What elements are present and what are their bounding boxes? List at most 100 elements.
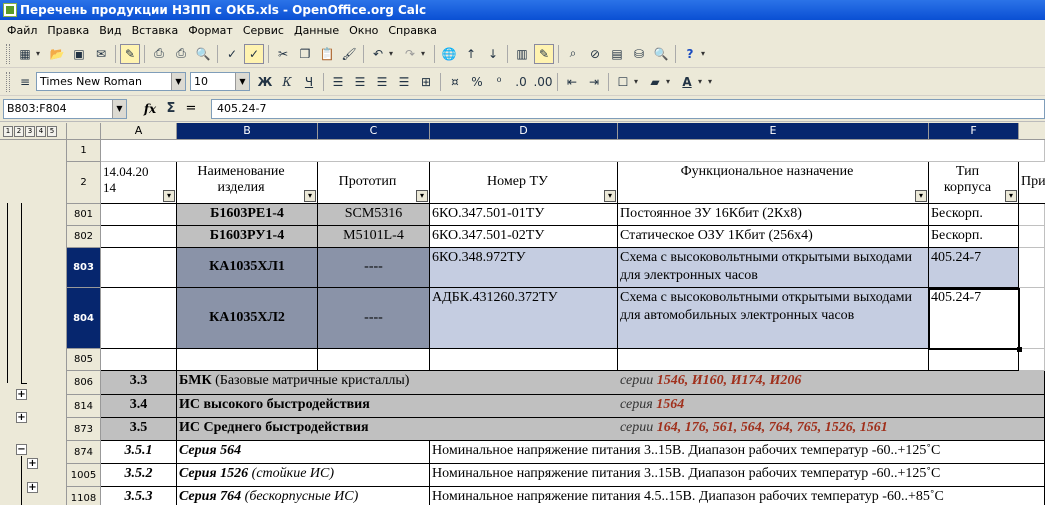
menu-help[interactable]: Справка [383,24,441,37]
cell[interactable] [1019,349,1045,371]
select-all-corner[interactable] [67,123,101,140]
background-color-icon[interactable]: ▰ [645,72,665,92]
column-header-f[interactable]: F [929,123,1019,140]
italic-button[interactable]: К [277,72,297,92]
font-name-box[interactable]: Times New Roman ▼ [36,72,186,91]
expand-group-icon[interactable]: + [27,482,38,493]
toolbar-options-icon[interactable]: ▾ [708,77,716,86]
undo-dropdown-icon[interactable]: ▾ [389,49,397,58]
expand-group-icon[interactable]: + [27,458,38,469]
menu-insert[interactable]: Вставка [127,24,184,37]
cell[interactable] [101,226,177,248]
header-date[interactable]: 14.04.20 14 ▾ [101,162,177,204]
function-icon[interactable]: = [181,101,201,116]
percent-format-icon[interactable]: % [467,72,487,92]
print-icon[interactable]: ⎙ [171,44,191,64]
column-header-d[interactable]: D [430,123,618,140]
outline-level-2[interactable]: 2 [14,125,24,137]
bold-button[interactable]: Ж [255,72,275,92]
save-icon[interactable]: ▣ [69,44,89,64]
print-preview-icon[interactable]: 🔍 [193,44,213,64]
row-header[interactable]: 804 [67,288,101,349]
find-icon[interactable]: ⌕ [563,44,583,64]
row-header[interactable]: 1108 [67,487,101,505]
column-header-a[interactable]: A [101,123,177,140]
new-document-icon[interactable]: ▦ [15,44,35,64]
borders-dropdown-icon[interactable]: ▾ [634,77,642,86]
cell[interactable] [430,349,618,371]
row-header[interactable]: 805 [67,349,101,371]
cell[interactable]: Номинальное напряжение питания 3..15В. Д… [430,464,1045,487]
increase-indent-icon[interactable]: ⇥ [584,72,604,92]
row-header[interactable]: 802 [67,226,101,248]
header-tu-number[interactable]: Номер ТУ ▾ [430,162,618,204]
hyperlink-icon[interactable]: 🌐 [439,44,459,64]
cell[interactable]: Б1603РЕ1-4 [177,204,318,226]
cell[interactable] [1019,248,1045,288]
decrease-indent-icon[interactable]: ⇤ [562,72,582,92]
cell[interactable] [177,349,318,371]
cell[interactable]: Статическое ОЗУ 1Кбит (256х4) [618,226,929,248]
header-name[interactable]: Наименование изделия ▾ [177,162,318,204]
font-color-icon[interactable]: A [677,72,697,92]
row-header[interactable]: 814 [67,395,101,418]
font-color-dropdown-icon[interactable]: ▾ [698,77,706,86]
cell-row1[interactable] [101,140,1045,162]
autofilter-icon[interactable]: ▾ [915,190,927,202]
autofilter-icon[interactable]: ▾ [416,190,428,202]
outline-level-4[interactable]: 4 [36,125,46,137]
cell[interactable]: Номинальное напряжение питания 4.5..15В.… [430,487,1045,505]
row-header[interactable]: 873 [67,418,101,441]
menu-tools[interactable]: Сервис [238,24,289,37]
header-note[interactable]: При [1019,162,1045,204]
cell[interactable] [1019,226,1045,248]
column-header-b[interactable]: B [177,123,318,140]
redo-icon[interactable]: ↷ [400,44,420,64]
outline-level-1[interactable]: 1 [3,125,13,137]
cell[interactable]: Номинальное напряжение питания 3..15В. Д… [430,441,1045,464]
cell[interactable] [929,349,1019,371]
cell[interactable]: 6КО.347.501-02ТУ [430,226,618,248]
copy-icon[interactable]: ❐ [295,44,315,64]
menu-window[interactable]: Окно [344,24,383,37]
column-header-g[interactable] [1019,123,1045,140]
toolbar-grip[interactable] [6,43,10,64]
cell[interactable] [101,248,177,288]
column-header-c[interactable]: C [318,123,430,140]
spellcheck-icon[interactable]: ✓ [222,44,242,64]
outline-level-5[interactable]: 5 [47,125,57,137]
align-right-icon[interactable]: ☰ [372,72,392,92]
currency-format-icon[interactable]: ¤ [445,72,465,92]
cell[interactable]: Схема с высоковольтными открытыми выхода… [618,288,929,349]
expand-group-icon[interactable]: + [16,389,27,400]
cell[interactable] [101,349,177,371]
cell[interactable]: SCM5316 [318,204,430,226]
number-format-icon[interactable]: ⁰ [489,72,509,92]
datasources-icon[interactable]: ⛁ [629,44,649,64]
chart-icon[interactable]: ▥ [512,44,532,64]
remove-decimal-icon[interactable]: .00 [533,72,553,92]
email-icon[interactable]: ✉ [91,44,111,64]
cell[interactable]: Серия 1526 (стойкие ИС) [177,464,430,487]
outline-level-3[interactable]: 3 [25,125,35,137]
chevron-down-icon[interactable]: ▼ [171,73,185,90]
navigator-icon[interactable]: ⊘ [585,44,605,64]
cell[interactable]: 3.5.1 [101,441,177,464]
cell[interactable]: Бескорп. [929,226,1019,248]
toolbar-grip[interactable] [6,71,10,92]
cell[interactable]: 6КО.348.972ТУ [430,248,618,288]
cell[interactable]: M5101L-4 [318,226,430,248]
align-left-icon[interactable]: ☰ [328,72,348,92]
cell[interactable]: Схема с высоковольтными открытыми выхода… [618,248,929,288]
row-header[interactable]: 801 [67,204,101,226]
styles-icon[interactable]: ≡ [15,72,35,92]
cell[interactable]: 3.3 [101,371,177,395]
cell[interactable] [1019,204,1045,226]
function-wizard-icon[interactable]: fx [139,102,161,116]
section-row[interactable]: ИС Среднего быстродействия серии 164, 17… [177,418,1045,441]
cell[interactable]: 3.5.3 [101,487,177,505]
row-header[interactable]: 874 [67,441,101,464]
cell[interactable]: ---- [318,248,430,288]
gallery-icon[interactable]: ▤ [607,44,627,64]
cell[interactable]: Бескорп. [929,204,1019,226]
